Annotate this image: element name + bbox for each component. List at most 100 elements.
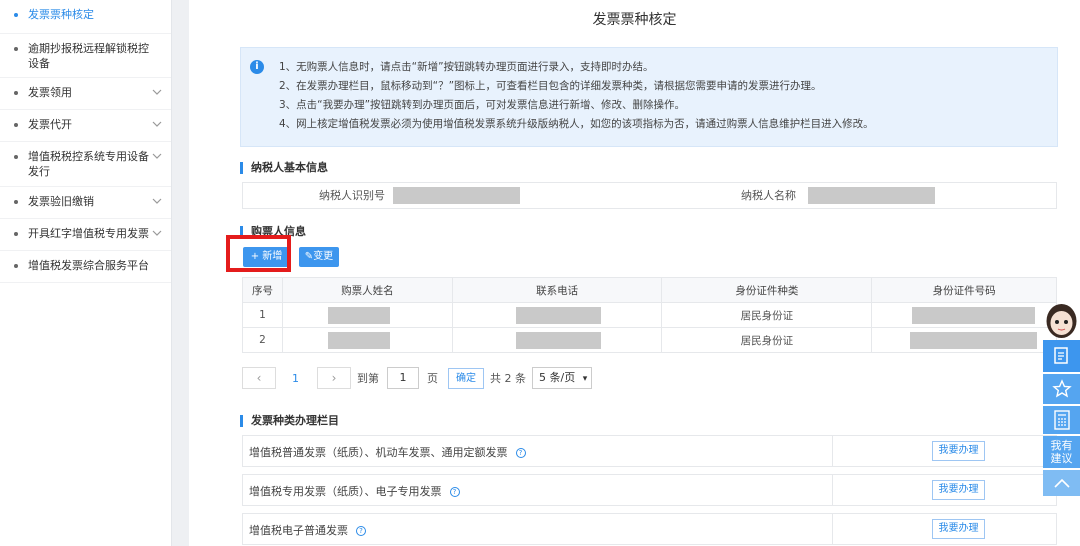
message-button[interactable]	[1043, 340, 1080, 372]
divider	[832, 514, 833, 544]
chevron-down-icon	[152, 153, 162, 159]
redacted-block	[808, 187, 935, 204]
chevron-down-icon	[152, 230, 162, 236]
chevron-down-icon	[152, 89, 162, 95]
bullet-icon	[14, 155, 18, 159]
cell-phone	[451, 327, 663, 353]
bullet-icon	[14, 13, 18, 17]
handle-button[interactable]: 我要办理	[932, 441, 985, 461]
handle-button[interactable]: 我要办理	[932, 480, 985, 500]
taxpayer-name-label: 纳税人名称	[741, 189, 796, 202]
bullet-icon	[14, 200, 18, 204]
chevron-down-icon: ▾	[582, 374, 588, 384]
redacted-block	[912, 307, 1036, 324]
goto-page-input[interactable]: 1	[387, 367, 419, 389]
invoice-type-row: 增值税普通发票（纸质）、机动车发票、通用定额发票? 我要办理	[242, 435, 1057, 467]
sidebar-item-label: 增值税税控系统专用设备发行	[28, 150, 149, 178]
invoice-type-row: 增值税专用发票（纸质）、电子专用发票? 我要办理	[242, 474, 1057, 506]
main-panel: 发票票种核定 i 1、无购票人信息时，请点击“新增”按钮跳转办理页面进行录入，支…	[189, 0, 1080, 546]
cell-id-number	[871, 302, 1057, 328]
cell-id-type: 居民身份证	[661, 302, 873, 328]
page-size-select[interactable]: 5 条/页 ▾	[532, 367, 593, 389]
buyers-table: 序号 购票人姓名 联系电话 身份证件种类 身份证件号码 1 居民身份证 2 居民…	[242, 277, 1057, 353]
sidebar-item-invoice-type-approval[interactable]: 发票票种核定	[0, 0, 171, 34]
sidebar-item-label: 发票验旧缴销	[28, 195, 94, 208]
goto-confirm-button[interactable]: 确定	[448, 367, 484, 389]
layout-gap	[172, 0, 189, 546]
chevron-down-icon	[152, 198, 162, 204]
highlight-box	[226, 235, 291, 272]
goto-label: 到第	[357, 372, 379, 385]
page-size-value: 5 条/页	[539, 371, 576, 384]
taxpayer-id-value	[393, 183, 603, 208]
handle-button[interactable]: 我要办理	[932, 519, 985, 539]
help-question-icon[interactable]: ?	[356, 526, 366, 536]
table-row[interactable]: 2 居民身份证	[242, 327, 1057, 353]
calculator-button[interactable]	[1043, 406, 1080, 434]
col-header-name: 购票人姓名	[281, 277, 453, 303]
prev-page-button[interactable]: ‹	[242, 367, 276, 389]
sidebar-item-remote-unlock[interactable]: 逾期抄报税远程解锁税控设备	[0, 34, 171, 78]
cell-phone	[451, 302, 663, 328]
redacted-block	[515, 332, 601, 349]
divider	[832, 436, 833, 466]
change-buyer-button[interactable]: ✎变更	[299, 247, 339, 267]
page-title: 发票票种核定	[592, 12, 677, 28]
help-question-icon[interactable]: ?	[515, 448, 526, 458]
col-header-id-type: 身份证件种类	[661, 277, 873, 303]
redacted-block	[393, 187, 520, 204]
invoice-type-row: 增值税电子普通发票? 我要办理	[242, 513, 1057, 545]
col-header-index: 序号	[242, 277, 283, 303]
bullet-icon	[14, 123, 18, 127]
redacted-block	[327, 307, 390, 324]
help-question-icon[interactable]: ?	[449, 487, 460, 497]
invoice-type-label: 增值税电子普通发票	[249, 524, 348, 537]
bullet-icon	[14, 232, 18, 236]
assistant-avatar-icon[interactable]	[1043, 300, 1080, 340]
sidebar-item-invoice-proxy[interactable]: 发票代开	[0, 110, 171, 142]
invoice-type-label: 增值税普通发票（纸质）、机动车发票、通用定额发票	[249, 446, 508, 459]
taxpayer-id-label: 纳税人识别号	[319, 189, 385, 202]
invoice-type-label: 增值税专用发票（纸质）、电子专用发票	[249, 485, 442, 498]
pagination: ‹ 1 › 到第 1 页 确定 共 2 条 5 条/页 ▾	[242, 366, 593, 390]
sidebar-item-invoice-claim[interactable]: 发票领用	[0, 78, 171, 110]
col-header-phone: 联系电话	[451, 277, 663, 303]
back-to-top-button[interactable]	[1043, 470, 1080, 496]
invoice-type-label-wrap: 增值税普通发票（纸质）、机动车发票、通用定额发票?	[249, 444, 526, 460]
favorite-button[interactable]	[1043, 374, 1080, 404]
sidebar-item-label: 发票票种核定	[28, 8, 94, 21]
suggestion-button[interactable]: 我有 建议	[1043, 436, 1080, 468]
cell-index: 2	[242, 327, 283, 353]
sidebar-item-label: 逾期抄报税远程解锁税控设备	[28, 42, 149, 70]
redacted-block	[327, 332, 390, 349]
next-page-button[interactable]: ›	[317, 367, 351, 389]
cell-name	[281, 302, 453, 328]
col-header-id-number: 身份证件号码	[871, 277, 1057, 303]
taxpayer-info-row: 纳税人识别号 纳税人名称	[242, 182, 1057, 209]
sidebar-item-invoice-cancel[interactable]: 发票验旧缴销	[0, 187, 171, 219]
sidebar: 发票票种核定 逾期抄报税远程解锁税控设备 发票领用 发票代开 增值税税控系统专用…	[0, 0, 172, 546]
bullet-icon	[14, 264, 18, 268]
cell-index: 1	[242, 302, 283, 328]
bullet-icon	[14, 47, 18, 51]
sidebar-item-label: 发票领用	[28, 86, 72, 99]
sidebar-item-red-invoice[interactable]: 开具红字增值税专用发票	[0, 219, 171, 251]
notice-line: 3、点击“我要办理”按钮跳转到办理页面后，可对发票信息进行新增、修改、删除操作。	[279, 99, 686, 111]
notice-line: 4、网上核定增值税发票必须为使用增值税发票系统升级版纳税人，如您的该项指标为否，…	[279, 118, 874, 130]
divider	[832, 475, 833, 505]
taxpayer-name-value	[804, 183, 1014, 208]
change-button-label: 变更	[313, 251, 334, 262]
star-icon	[1051, 379, 1072, 398]
notice-box: i 1、无购票人信息时，请点击“新增”按钮跳转办理页面进行录入，支持即时办结。 …	[240, 47, 1058, 147]
cell-name	[281, 327, 453, 353]
notice-line: 2、在发票办理栏目，鼠标移动到“？”图标上，可查看栏目包含的详细发票种类，请根据…	[279, 80, 822, 92]
current-page-number[interactable]: 1	[292, 372, 299, 385]
notice-line: 1、无购票人信息时，请点击“新增”按钮跳转办理页面进行录入，支持即时办结。	[279, 61, 654, 73]
sidebar-item-invoice-service-platform[interactable]: 增值税发票综合服务平台	[0, 251, 171, 283]
page-unit-label: 页	[427, 372, 438, 385]
calculator-icon	[1053, 410, 1070, 430]
table-row[interactable]: 1 居民身份证	[242, 302, 1057, 328]
sidebar-item-tax-device-issue[interactable]: 增值税税控系统专用设备发行	[0, 142, 171, 187]
invoice-type-label-wrap: 增值税专用发票（纸质）、电子专用发票?	[249, 483, 460, 499]
redacted-block	[910, 332, 1038, 349]
